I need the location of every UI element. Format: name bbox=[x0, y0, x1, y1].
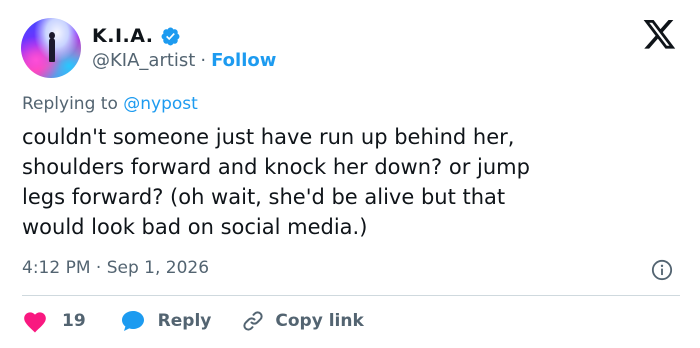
tweet-text: couldn't someone just have run up behind… bbox=[22, 125, 530, 239]
reply-button[interactable]: Reply bbox=[120, 309, 212, 333]
x-logo-icon[interactable] bbox=[643, 20, 677, 50]
verified-badge-icon bbox=[161, 27, 179, 45]
reply-mention-link[interactable]: @nypost bbox=[123, 94, 198, 114]
tweet-actions: 19 Reply Copy link bbox=[22, 306, 364, 336]
tweet-date: Sep 1, 2026 bbox=[106, 258, 210, 278]
reply-bubble-icon bbox=[121, 311, 144, 331]
author-name[interactable]: K.I.A. bbox=[92, 25, 154, 47]
replying-to: Replying to @nypost bbox=[22, 94, 198, 114]
like-count: 19 bbox=[62, 311, 86, 331]
tweet-card: K.I.A. @KIA_artist · Follow Replying to … bbox=[0, 0, 700, 348]
replying-to-label: Replying to bbox=[22, 94, 118, 114]
avatar-figure-body bbox=[49, 38, 55, 62]
handle-separator: · bbox=[200, 49, 207, 71]
author-name-row: K.I.A. bbox=[92, 24, 181, 48]
avatar[interactable] bbox=[21, 18, 81, 78]
link-icon bbox=[243, 311, 263, 331]
info-icon[interactable] bbox=[651, 259, 673, 281]
reply-label: Reply bbox=[157, 311, 212, 331]
tweet-timestamp[interactable]: 4:12 PM · Sep 1, 2026 bbox=[22, 258, 209, 278]
author-handle[interactable]: @KIA_artist bbox=[92, 50, 195, 71]
copy-link-button[interactable]: Copy link bbox=[241, 309, 364, 333]
timestamp-separator: · bbox=[95, 258, 102, 278]
tweet-time: 4:12 PM bbox=[22, 258, 91, 278]
follow-button[interactable]: Follow bbox=[211, 50, 276, 71]
like-button[interactable]: 19 bbox=[22, 309, 86, 333]
divider bbox=[22, 295, 680, 296]
author-handle-row: @KIA_artist · Follow bbox=[92, 48, 276, 72]
copy-link-label: Copy link bbox=[275, 311, 364, 331]
heart-icon bbox=[24, 312, 46, 333]
